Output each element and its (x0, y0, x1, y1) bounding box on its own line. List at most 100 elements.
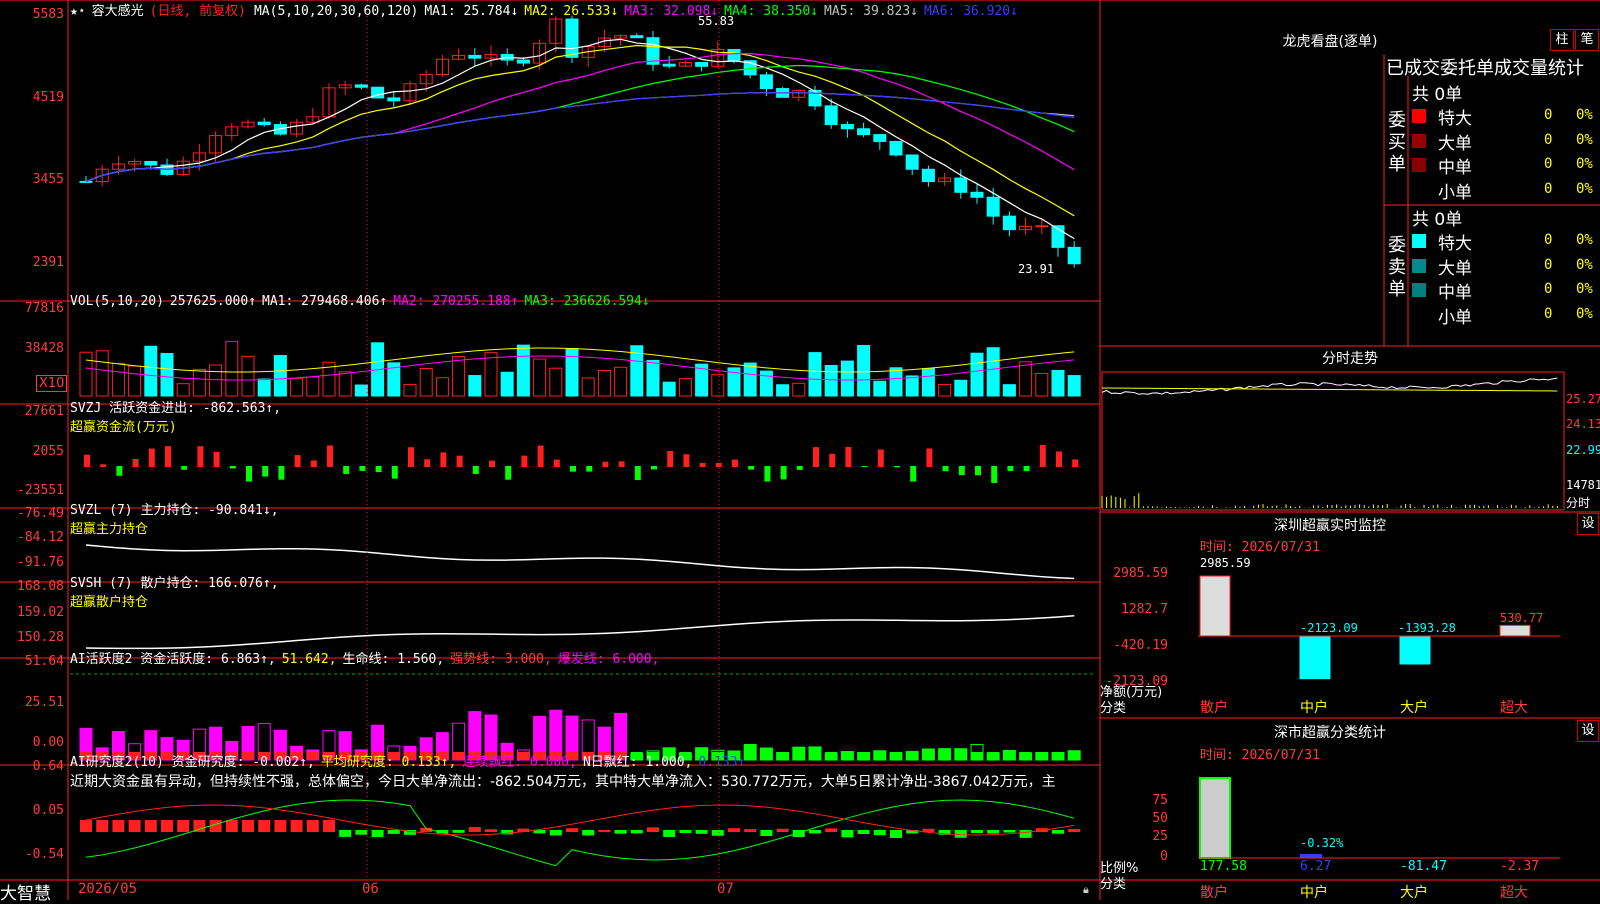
research-bar (598, 829, 611, 832)
price-ytick: 3455 (32, 172, 64, 187)
sz-monitor-value-label: 530.77 (1500, 611, 1544, 625)
pen-mode-button[interactable]: 笔 (1575, 29, 1599, 51)
volume-bar (1067, 375, 1081, 397)
dragon-tiger-subtitle: 已成交委托单成交量统计 (1386, 58, 1584, 79)
research-bar (161, 820, 173, 832)
volume-bar (921, 367, 935, 397)
activity-base (825, 752, 838, 760)
ma-line (85, 38, 1075, 240)
fund-flow-bar (1023, 466, 1030, 472)
volume-bar (176, 383, 190, 397)
retail-position-line (85, 615, 1075, 650)
activity-base (1052, 752, 1064, 760)
research-bar (258, 820, 271, 832)
fund-flow-bar (408, 447, 414, 467)
ai-research-v1: 平均研究度: 0.133↑, (320, 755, 457, 770)
ai-research-note: 近期大资金虽有异动，但持续性不强，总体偏空，今日大单净流出：-862.504万元… (70, 774, 1056, 790)
research-bar (695, 830, 708, 834)
volume-bar (435, 377, 449, 397)
fund-flow-bar (505, 466, 512, 480)
sell-row-label: 中单 (1438, 283, 1472, 303)
sz-monitor-settings-button[interactable]: 设 (1577, 513, 1599, 535)
lock-icon[interactable]: 🔒︎ (1083, 883, 1089, 897)
volume-bar (970, 352, 984, 397)
fund-flow-bar (861, 466, 868, 468)
research-bar (1003, 830, 1016, 833)
svzl-ytick: -84.12 (17, 530, 64, 545)
candle (921, 168, 935, 183)
fund-flow-bar (1039, 444, 1046, 467)
research-bar (582, 830, 595, 836)
buy-total: 共 0单 (1412, 85, 1463, 105)
volume-bar (500, 371, 514, 397)
volume-bar (273, 355, 287, 397)
sell-row-label: 特大 (1438, 234, 1472, 254)
sz-class-category: 大户 (1400, 885, 1428, 901)
candle (468, 54, 482, 59)
ma-label: MA6: 36.920↓ (923, 4, 1018, 19)
svzj-title: SVZJ 活跃资金进出: -862.563↑, (70, 401, 282, 416)
candle (954, 177, 968, 193)
fund-flow-bar (958, 466, 965, 476)
price-ytick: 4519 (32, 90, 64, 105)
research-bar (760, 830, 773, 836)
sz-monitor-ytick: 1282.7 (1121, 602, 1168, 617)
volume-bar (840, 360, 854, 397)
ai-active-v3: 强势线: 3.000, (450, 652, 552, 667)
research-bar (614, 830, 627, 834)
volume-bar (338, 371, 352, 397)
fund-flow-bar (246, 466, 252, 482)
sz-monitor-category: 大户 (1400, 700, 1428, 716)
high-price-label: 55.83 (698, 14, 735, 28)
sz-monitor-category: 中户 (1300, 700, 1328, 716)
ma-line (85, 92, 1075, 183)
volume-bar (889, 367, 903, 397)
fund-flow-bar (327, 445, 333, 467)
volume-bar (938, 384, 952, 397)
ma-line (85, 92, 1075, 183)
svzj-ytick: -23551 (17, 483, 64, 498)
sz-class-settings-button[interactable]: 设 (1577, 720, 1599, 742)
fund-flow-bar (845, 447, 852, 467)
activity-base (841, 752, 854, 760)
ma-line (85, 44, 1075, 217)
research-bar (452, 830, 465, 833)
sell-row-count: 0 (1544, 305, 1553, 322)
sz-class-ytick: 75 (1152, 793, 1168, 808)
candle (387, 97, 401, 102)
research-bar (873, 830, 886, 836)
ai-active-ytick: 51.64 (24, 654, 64, 669)
bar-mode-button[interactable]: 柱 (1550, 29, 1574, 51)
volume-bar (954, 379, 968, 397)
volume-bar (646, 359, 660, 397)
volume-bar (776, 384, 790, 397)
sz-monitor-xlabel: 分类 (1100, 701, 1127, 716)
fund-flow-bar (683, 454, 690, 467)
fund-flow-bar (343, 466, 350, 474)
research-bar (355, 830, 368, 835)
vol-ma-line (85, 347, 1075, 373)
candle (889, 140, 903, 156)
research-bar (1019, 830, 1032, 838)
fund-flow-bar (472, 466, 479, 474)
ai-active-v4: 爆发线: 6.000, (557, 652, 660, 667)
vol-ytick: 77816 (24, 301, 64, 316)
candle (516, 59, 530, 64)
fund-flow-bar (910, 466, 917, 482)
sell-row-pct: 0% (1576, 232, 1593, 248)
star-icon[interactable]: ★⋆ (70, 4, 86, 19)
volume-bar (873, 380, 887, 397)
candle (905, 154, 919, 170)
candle (759, 74, 773, 90)
ai-research-ytick: 0.64 (32, 759, 64, 774)
ai-research-v3: N日飘红: 1.000, (582, 755, 693, 770)
volume-bar (95, 350, 109, 397)
buy-row-pct: 0% (1576, 107, 1593, 123)
net-amount-bar (1499, 624, 1531, 637)
ai-research-v2: 连续飘红: 0.000, (462, 755, 577, 770)
research-bar (679, 830, 692, 834)
buy-side-label: 委买单 (1388, 110, 1406, 175)
volume-bar (484, 352, 498, 397)
buy-row-pct: 0% (1576, 156, 1593, 172)
volume-bar (565, 348, 579, 397)
